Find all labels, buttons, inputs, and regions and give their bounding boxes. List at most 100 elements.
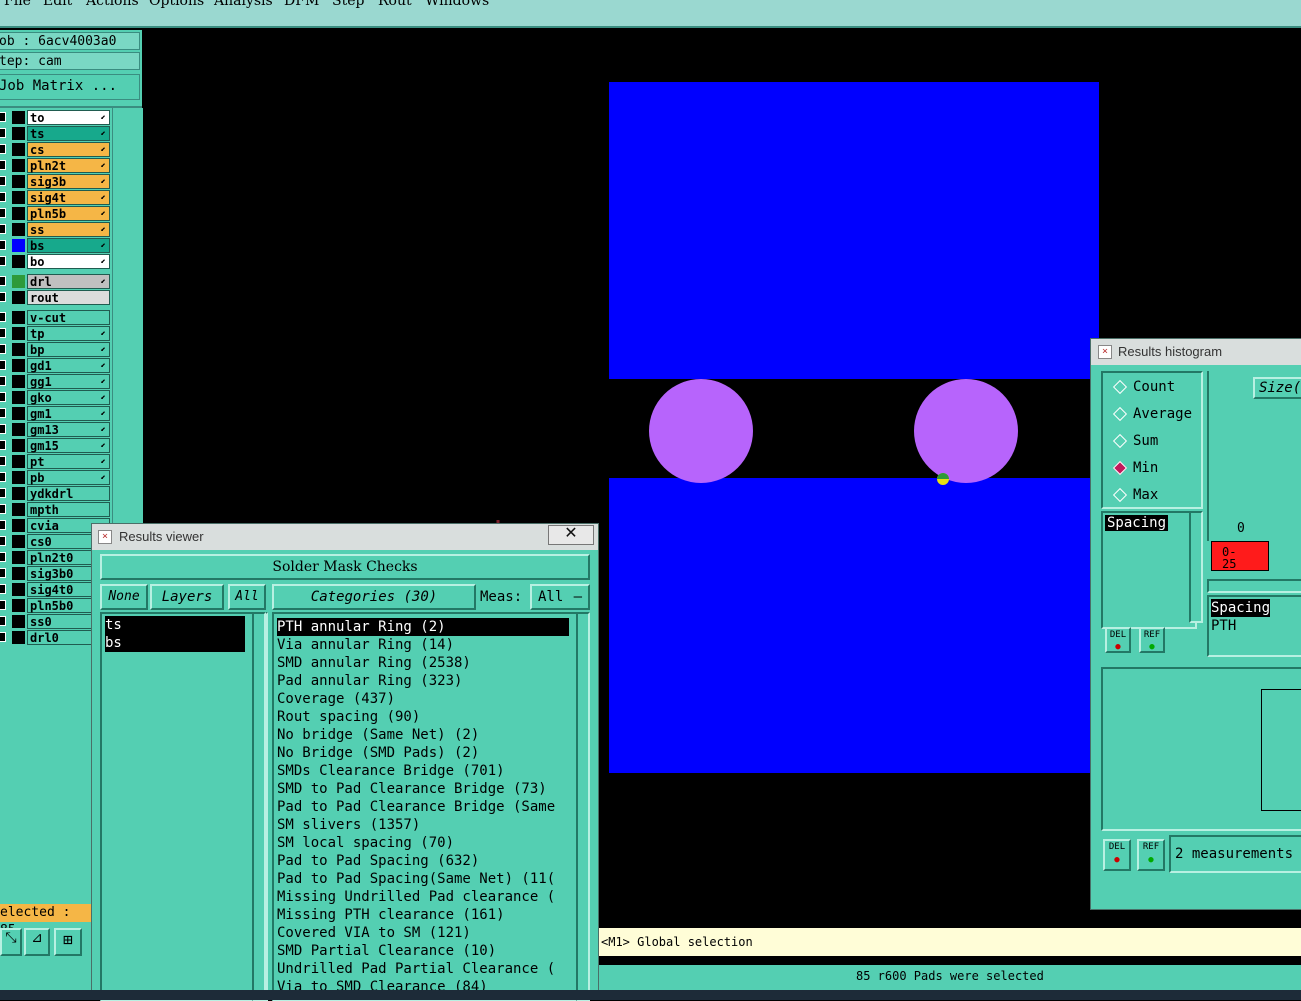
layer-name[interactable]: mpth xyxy=(27,502,110,517)
category-item[interactable]: Missing Undrilled Pad clearance ( xyxy=(277,888,555,906)
layer-color-swatch[interactable] xyxy=(12,599,25,612)
category-item[interactable]: Pad to Pad Spacing (632) xyxy=(277,852,479,870)
ref-button[interactable]: REF ● xyxy=(1139,627,1165,653)
size-header[interactable]: Size( xyxy=(1253,377,1301,399)
layer-checkbox[interactable] xyxy=(0,568,6,578)
histogram-hscrollbar[interactable] xyxy=(1207,579,1301,593)
layer-color-swatch[interactable] xyxy=(12,207,25,220)
categories-button[interactable]: Categories (30) xyxy=(272,584,476,610)
layer-row[interactable]: bp ⬋ xyxy=(0,342,112,357)
layer-checkbox[interactable] xyxy=(0,632,6,642)
layer-color-swatch[interactable] xyxy=(12,519,25,532)
pad-right[interactable] xyxy=(914,379,1018,483)
layer-row[interactable]: gd1 ⬋ xyxy=(0,358,112,373)
layer-name[interactable]: tp ⬋ xyxy=(27,326,110,341)
layer-row[interactable]: ts ⬋ xyxy=(0,126,112,141)
layer-color-swatch[interactable] xyxy=(12,359,25,372)
histogram-bar[interactable]: 0- 25 xyxy=(1211,541,1269,571)
menu-actions[interactable]: Actions xyxy=(86,0,139,9)
option-radio[interactable]: Sum xyxy=(1112,431,1158,451)
layer-row[interactable]: pln5b ⬋ xyxy=(0,206,112,221)
layer-checkbox[interactable] xyxy=(0,376,6,386)
layer-checkbox[interactable] xyxy=(0,392,6,402)
layer-checkbox[interactable] xyxy=(0,176,6,186)
layer-row[interactable]: sig4t ⬋ xyxy=(0,190,112,205)
category-item[interactable]: Missing PTH clearance (161) xyxy=(277,906,505,924)
layer-color-swatch[interactable] xyxy=(12,311,25,324)
layer-checkbox[interactable] xyxy=(0,472,6,482)
layer-color-swatch[interactable] xyxy=(12,375,25,388)
pad-left[interactable] xyxy=(649,379,753,483)
layer-row[interactable]: bo ⬋ xyxy=(0,254,112,269)
layer-checkbox[interactable] xyxy=(0,256,6,266)
layer-name[interactable]: pln5b ⬋ xyxy=(27,206,110,221)
layer-name[interactable]: cs ⬋ xyxy=(27,142,110,157)
layer-name[interactable]: gm1 ⬋ xyxy=(27,406,110,421)
layer-row[interactable]: sig3b ⬋ xyxy=(0,174,112,189)
option-radio[interactable]: Min xyxy=(1112,458,1158,478)
layer-color-swatch[interactable] xyxy=(12,407,25,420)
layer-name[interactable]: gm15 ⬋ xyxy=(27,438,110,453)
layer-checkbox[interactable] xyxy=(0,584,6,594)
layer-checkbox[interactable] xyxy=(0,292,6,302)
layer-row[interactable]: v-cut xyxy=(0,310,112,325)
layer-color-swatch[interactable] xyxy=(12,275,25,288)
copper-bottom-feature[interactable] xyxy=(609,478,1099,773)
layer-name[interactable]: drl ⬋ xyxy=(27,274,110,289)
layer-name[interactable]: pln2t ⬋ xyxy=(27,158,110,173)
layer-checkbox[interactable] xyxy=(0,208,6,218)
layer-color-swatch[interactable] xyxy=(12,159,25,172)
layer-checkbox[interactable] xyxy=(0,328,6,338)
histogram-titlebar[interactable]: × Results histogram xyxy=(1091,339,1301,365)
layer-color-swatch[interactable] xyxy=(12,503,25,516)
result-listbox[interactable]: Spacing PTH xyxy=(1207,595,1301,657)
layer-name[interactable]: bp ⬋ xyxy=(27,342,110,357)
layer-name[interactable]: rout xyxy=(27,290,110,305)
layer-checkbox[interactable] xyxy=(0,600,6,610)
layer-checkbox[interactable] xyxy=(0,488,6,498)
layer-checkbox[interactable] xyxy=(0,160,6,170)
layer-color-swatch[interactable] xyxy=(12,239,25,252)
layer-row[interactable]: gg1 ⬋ xyxy=(0,374,112,389)
layer-checkbox[interactable] xyxy=(0,408,6,418)
layer-row[interactable]: gm15 ⬋ xyxy=(0,438,112,453)
layer-checkbox[interactable] xyxy=(0,128,6,138)
layers-scrollbar[interactable] xyxy=(252,612,266,1001)
category-item[interactable]: Rout spacing (90) xyxy=(277,708,420,726)
layer-color-swatch[interactable] xyxy=(12,127,25,140)
category-item[interactable]: No bridge (Same Net) (2) xyxy=(277,726,479,744)
layer-color-swatch[interactable] xyxy=(12,255,25,268)
layer-row[interactable]: drl ⬋ xyxy=(0,274,112,289)
measure-item[interactable]: Spacing xyxy=(1105,515,1169,531)
layer-row[interactable]: bs ⬋ xyxy=(0,238,112,253)
category-item[interactable]: Via annular Ring (14) xyxy=(277,636,454,654)
layer-row[interactable]: cs ⬋ xyxy=(0,142,112,157)
layer-color-swatch[interactable] xyxy=(12,439,25,452)
zoom-tool-icon[interactable]: ⤡ xyxy=(0,928,22,956)
category-item[interactable]: Covered VIA to SM (121) xyxy=(277,924,471,942)
categories-listbox[interactable]: PTH annular Ring (2) Via annular Ring (14… xyxy=(272,612,590,1001)
layer-name[interactable]: v-cut xyxy=(27,310,110,325)
none-button[interactable]: None xyxy=(100,584,148,610)
layer-checkbox[interactable] xyxy=(0,552,6,562)
layer-color-swatch[interactable] xyxy=(12,631,25,644)
layer-checkbox[interactable] xyxy=(0,192,6,202)
menu-step[interactable]: Step xyxy=(332,0,364,9)
layer-checkbox[interactable] xyxy=(0,344,6,354)
option-radio[interactable]: Max xyxy=(1112,485,1158,505)
layer-row[interactable]: mpth xyxy=(0,502,112,517)
grid-tool-icon[interactable]: ⊞ xyxy=(54,928,82,956)
layer-name[interactable]: pt ⬋ xyxy=(27,454,110,469)
layer-name[interactable]: to ⬋ xyxy=(27,110,110,125)
layer-name[interactable]: gd1 ⬋ xyxy=(27,358,110,373)
layer-name[interactable]: ss ⬋ xyxy=(27,222,110,237)
results-viewer-titlebar[interactable]: × Results viewer ✕ xyxy=(92,524,598,550)
job-matrix-button[interactable]: Job Matrix ... xyxy=(0,74,140,100)
results-group-header[interactable]: Solder Mask Checks xyxy=(100,554,590,580)
layer-name[interactable]: bo ⬋ xyxy=(27,254,110,269)
layer-color-swatch[interactable] xyxy=(12,471,25,484)
layer-row[interactable]: tp ⬋ xyxy=(0,326,112,341)
layer-checkbox[interactable] xyxy=(0,424,6,434)
measure-tool-icon[interactable]: ⊿ xyxy=(24,928,50,956)
layer-color-swatch[interactable] xyxy=(12,175,25,188)
